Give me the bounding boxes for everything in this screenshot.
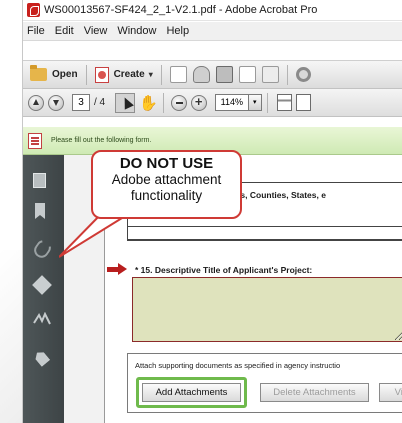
create-label: Create (113, 69, 145, 80)
main-toolbar: Open Create ▾ (23, 60, 402, 89)
form-icon (28, 132, 42, 149)
layers-icon[interactable] (32, 275, 52, 295)
descriptive-title-input[interactable] (132, 277, 402, 342)
fit-page-icon[interactable] (295, 94, 311, 111)
zoom-dropdown-icon[interactable]: ▾ (248, 94, 262, 111)
callout-line-1: Adobe attachment (111, 172, 222, 187)
menu-view[interactable]: View (80, 25, 114, 37)
field-14-input[interactable] (127, 226, 402, 240)
open-label: Open (52, 69, 78, 80)
previous-page-icon[interactable] (28, 94, 44, 111)
cloud-icon[interactable] (192, 66, 210, 83)
acrobat-window: WS00013567-SF424_2_1-V2.1.pdf - Adobe Ac… (22, 0, 402, 423)
page-total: / 4 (94, 97, 106, 108)
bookmark-icon[interactable] (35, 203, 45, 219)
email-icon[interactable] (261, 66, 279, 83)
tag-icon[interactable] (33, 349, 50, 367)
page-number-input[interactable] (72, 94, 90, 111)
menu-window[interactable]: Window (113, 25, 162, 37)
edit-icon[interactable] (238, 66, 256, 83)
form-bar-message: Please fill out the following form. (51, 137, 152, 144)
select-tool-icon[interactable] (115, 92, 136, 113)
toolbar-separator (266, 92, 268, 113)
acrobat-logo-icon (27, 3, 40, 17)
menu-bar: File Edit View Window Help (23, 22, 402, 41)
window-title: WS00013567-SF424_2_1-V2.1.pdf - Adobe Ac… (44, 4, 318, 16)
background (0, 250, 22, 423)
arrow-right-icon (118, 263, 127, 275)
attachment-icon[interactable] (31, 237, 54, 261)
toolbar-separator (85, 64, 87, 85)
pages-icon[interactable] (33, 173, 46, 188)
title-bar: WS00013567-SF424_2_1-V2.1.pdf - Adobe Ac… (23, 0, 402, 21)
folder-icon (30, 65, 47, 81)
next-page-icon[interactable] (48, 94, 64, 111)
zoom-in-icon[interactable] (190, 94, 207, 111)
add-attachments-button[interactable]: Add Attachments (142, 383, 241, 402)
toolbar-separator (160, 64, 162, 85)
menu-help[interactable]: Help (162, 25, 195, 37)
warning-callout: DO NOT USE Adobe attachment functionalit… (91, 150, 242, 219)
menu-file[interactable]: File (23, 25, 51, 37)
callout-title: DO NOT USE (119, 155, 214, 172)
view-attachments-button[interactable]: View A (379, 383, 402, 402)
open-button[interactable]: Open (27, 64, 81, 86)
save-icon[interactable] (169, 66, 187, 83)
zoom-level-input[interactable]: 114% (214, 94, 249, 111)
create-pdf-icon (94, 66, 109, 83)
callout-line-2: functionality (130, 188, 203, 203)
toolbar-separator (162, 92, 164, 113)
signature-icon[interactable] (33, 312, 51, 326)
print-icon[interactable] (215, 66, 233, 83)
navigation-toolbar: / 4 ✋ 114% ▾ (23, 89, 402, 117)
navigation-pane (23, 155, 64, 423)
zoom-out-icon[interactable] (170, 94, 187, 111)
create-button[interactable]: Create ▾ (92, 64, 156, 86)
delete-attachments-button[interactable]: Delete Attachments (260, 383, 369, 402)
field-15-label: * 15. Descriptive Title of Applicant's P… (135, 265, 313, 275)
fit-width-icon[interactable] (276, 94, 292, 111)
required-field-arrow (107, 263, 129, 275)
attach-instruction: Attach supporting documents as specified… (135, 361, 341, 370)
toolbar-spacer (23, 41, 402, 60)
chevron-down-icon: ▾ (148, 70, 153, 79)
settings-icon[interactable] (295, 67, 311, 82)
hand-tool-icon[interactable]: ✋ (139, 94, 158, 112)
menu-edit[interactable]: Edit (51, 25, 80, 37)
toolbar-separator (286, 64, 288, 85)
